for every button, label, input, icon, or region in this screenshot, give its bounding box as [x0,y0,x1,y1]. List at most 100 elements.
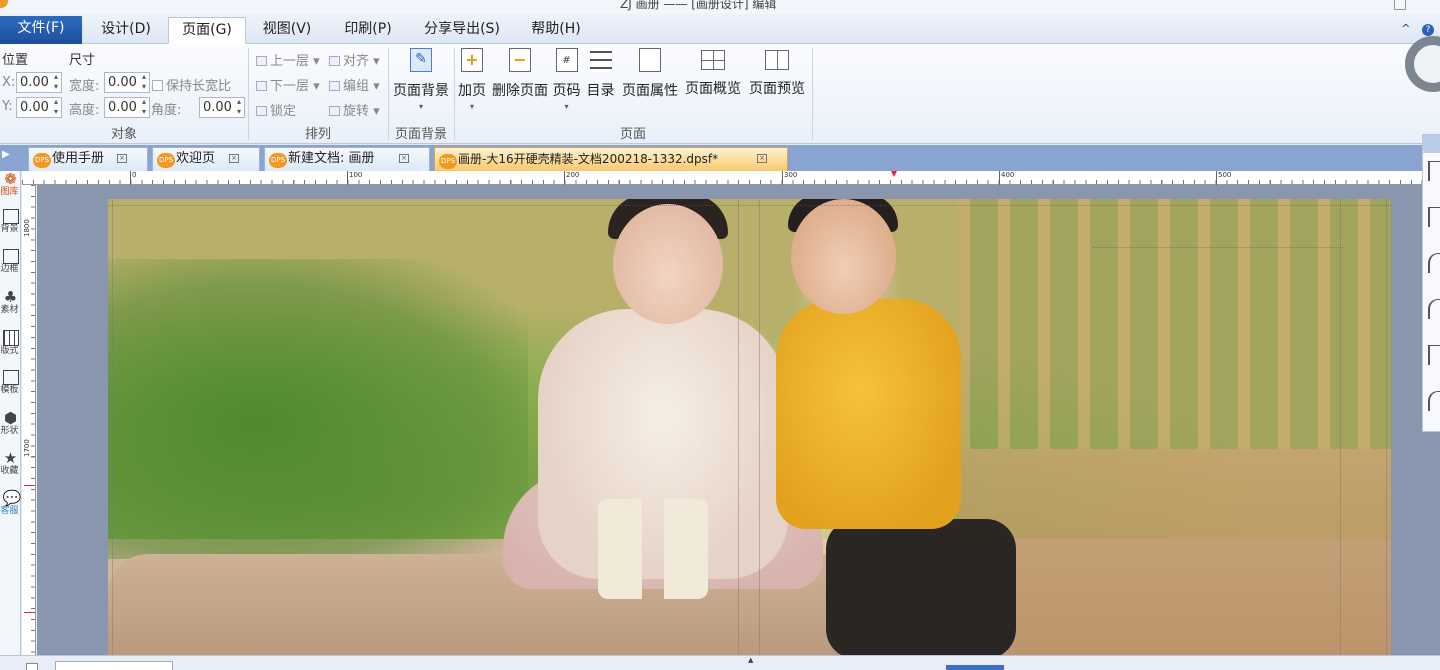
delete-page-label: 删除页面 [492,83,548,99]
group-button[interactable]: 编组 ▾ [329,75,380,94]
dps-file-icon: DPS [439,154,457,169]
ruler-position-marker [24,612,35,613]
left-tool-label: 客服 [0,506,19,516]
x-position-input[interactable]: 0.00 [16,72,62,93]
dropdown-arrow-icon: ▾ [564,102,569,111]
page-overview-label: 页面概览 [685,81,741,97]
page-input[interactable] [55,661,173,670]
align-icon [329,56,340,66]
help-icon[interactable]: ? [1422,24,1434,36]
page-background-button[interactable]: 页面背景 ▾ [392,48,450,120]
doc-tab-current-album[interactable]: DPS 画册-大16开硬壳精装-文档200218-1332.dpsf* × [434,147,788,171]
left-tool-shape[interactable]: ⬢ 形状 [0,410,21,436]
left-tool-label: 模板 [0,385,19,395]
arrange-group-label: 排列 [304,127,331,142]
left-tool-label: 收藏 [0,466,19,476]
collapse-ribbon-icon[interactable]: ^ [1401,22,1414,35]
menu-tab-page[interactable]: 页面(G) [168,17,246,44]
panel-delete-icon[interactable] [1428,207,1440,227]
canvas-area[interactable] [37,185,1440,655]
photo-boy-face [791,199,896,314]
add-page-icon [461,48,483,72]
delete-page-icon [509,48,531,72]
position-label: 位置 [2,53,29,68]
add-page-button[interactable]: 加页 ▾ [457,48,487,120]
close-icon[interactable]: × [117,154,127,163]
panel-edit-icon[interactable] [1428,299,1440,319]
bring-forward-button[interactable]: 上一层 ▾ [256,50,320,69]
dps-file-icon: DPS [157,153,175,168]
left-tool-material[interactable]: ♣ 素材 [0,289,21,315]
keep-ratio-label: 保持长宽比 [166,79,232,94]
y-position-input[interactable]: 0.00 [16,97,62,118]
close-icon[interactable]: × [757,154,767,163]
left-tool-layout[interactable]: 版式 [0,330,21,356]
send-backward-button[interactable]: 下一层 ▾ [256,75,320,94]
doc-tab-new-album[interactable]: DPS 新建文档: 画册 × [264,147,430,171]
page-preview-button[interactable]: 页面预览 [748,48,806,120]
ruler-position-marker [24,485,35,486]
height-input[interactable]: 0.00 [104,97,150,118]
ruler-number: 500 [1218,171,1232,179]
page-background-icon [410,48,432,72]
star-icon: ★ [3,449,18,467]
left-tool-label: 边框 [0,264,19,274]
width-input[interactable]: 0.00 [104,72,150,93]
ruler-major-tick [347,171,348,185]
size-label: 尺寸 [69,53,96,68]
panel-preview-icon[interactable] [1428,345,1440,365]
restore-window-icon[interactable] [1394,0,1406,10]
angle-input[interactable]: 0.00 [199,97,245,118]
page-properties-button[interactable]: 页面属性 [621,48,679,120]
align-button[interactable]: 对齐 ▾ [329,50,380,69]
menu-tab-share-export[interactable]: 分享导出(S) [414,17,510,44]
lock-button[interactable]: 锁定 [256,100,296,119]
scroll-caret-icon[interactable]: ▲ [748,656,753,664]
menu-tab-view[interactable]: 视图(V) [252,17,322,44]
zoom-slider[interactable] [946,665,1004,670]
rotate-button[interactable]: 旋转 ▾ [329,100,380,119]
photo-boy-legs [826,519,1016,655]
menu-tab-file[interactable]: 文件(F) [0,16,82,44]
bring-forward-icon [256,56,267,66]
dps-file-icon: DPS [269,153,287,168]
ruler-number: 1800 [23,219,31,237]
menu-tab-help[interactable]: 帮助(H) [520,17,592,44]
album-page-photo[interactable] [108,199,1391,655]
ribbon-controls: ^ ? [1401,22,1434,36]
photo-girl-boots [598,499,708,599]
table-of-contents-button[interactable]: 目录 [585,48,616,120]
doc-tab-welcome[interactable]: DPS 欢迎页 × [152,147,260,171]
keep-ratio-checkbox[interactable]: 保持长宽比 [152,75,231,94]
left-tool-customer-service[interactable]: 💬 客服 [0,490,21,516]
page-properties-label: 页面属性 [622,83,678,99]
dropdown-arrow-icon: ▾ [418,102,423,111]
doc-tab-manual[interactable]: DPS 使用手册 × [28,147,148,171]
rotate-label: 旋转 [343,104,370,119]
page-number-button[interactable]: 页码 ▾ [551,48,582,120]
left-tool-favorites[interactable]: ★ 收藏 [0,450,21,476]
left-tool-label: 素材 [0,305,19,315]
left-tool-background[interactable]: 背景 [0,209,21,234]
menu-bar: 文件(F) 设计(D) 页面(G) 视图(V) 印刷(P) 分享导出(S) 帮助… [0,14,1440,44]
send-backward-label: 下一层 [270,79,310,94]
panel-share-icon[interactable] [1428,391,1440,411]
menu-tab-print[interactable]: 印刷(P) [332,17,404,44]
send-backward-icon [256,81,267,91]
close-icon[interactable]: × [399,154,409,163]
panel-rotate-icon[interactable] [1428,253,1440,273]
book-icon [765,50,789,70]
checkbox-icon [152,80,163,91]
panel-add-icon[interactable] [1428,161,1440,181]
ruler-number: 0 [132,171,137,179]
close-icon[interactable]: × [229,154,239,163]
left-tool-border[interactable]: 边框 [0,249,21,274]
panel-toggle-icon[interactable]: ▶ [2,149,10,160]
ruler-number: 400 [1001,171,1015,179]
menu-tab-design[interactable]: 设计(D) [88,17,164,44]
page-number-icon [555,48,578,72]
delete-page-button[interactable]: 删除页面 [491,48,549,120]
left-tool-gallery[interactable]: ❁ 图库 [0,171,21,197]
page-overview-button[interactable]: 页面概览 [684,48,742,120]
left-tool-template[interactable]: 模板 [0,370,21,395]
